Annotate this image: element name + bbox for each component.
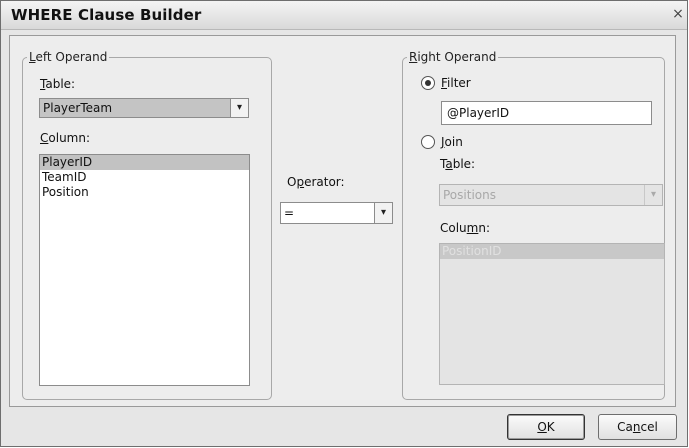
chevron-down-icon[interactable]: ▾ xyxy=(644,185,662,205)
list-item[interactable]: PositionID xyxy=(440,244,664,259)
dialog-title: WHERE Clause Builder xyxy=(11,6,202,24)
close-icon[interactable]: × xyxy=(671,5,685,23)
filter-radio-label[interactable]: Filter xyxy=(441,76,471,90)
chevron-down-icon[interactable]: ▾ xyxy=(230,99,248,117)
title-bar[interactable]: WHERE Clause Builder × xyxy=(1,1,687,30)
list-item[interactable]: TeamID xyxy=(40,170,249,185)
operator-select[interactable]: = ▾ xyxy=(280,202,393,224)
left-table-select[interactable]: PlayerTeam ▾ xyxy=(39,98,249,118)
operator-label: Operator: xyxy=(287,175,345,189)
right-table-select[interactable]: Positions ▾ xyxy=(439,184,663,206)
left-operand-legend: Left Operand xyxy=(29,50,108,64)
cancel-button[interactable]: Cancel xyxy=(598,414,677,440)
dialog-client-area: Left Operand Table: PlayerTeam ▾ Column:… xyxy=(9,35,676,407)
right-table-label: Table: xyxy=(440,157,476,171)
join-radio[interactable] xyxy=(421,135,435,149)
right-column-list[interactable]: PositionID xyxy=(439,243,665,385)
left-column-label: Column: xyxy=(40,131,91,145)
join-radio-label[interactable]: Join xyxy=(441,135,463,149)
filter-value: @PlayerID xyxy=(447,106,510,120)
list-item[interactable]: Position xyxy=(40,185,249,200)
operator-value: = xyxy=(284,206,295,220)
filter-value-input[interactable]: @PlayerID xyxy=(441,101,652,125)
right-column-label: Column: xyxy=(440,221,491,235)
chevron-down-icon[interactable]: ▾ xyxy=(374,203,392,223)
left-table-value: PlayerTeam xyxy=(43,101,113,115)
right-table-value: Positions xyxy=(443,188,496,202)
radio-selected-dot xyxy=(425,80,431,86)
where-clause-builder-dialog: WHERE Clause Builder × Left Operand Tabl… xyxy=(0,0,688,447)
left-column-list[interactable]: PlayerID TeamID Position xyxy=(39,154,250,386)
list-item[interactable]: PlayerID xyxy=(40,155,249,170)
right-operand-legend: Right Operand xyxy=(409,50,497,64)
ok-button[interactable]: OK xyxy=(507,414,585,440)
left-table-label: Table: xyxy=(40,77,76,91)
filter-radio[interactable] xyxy=(421,76,435,90)
